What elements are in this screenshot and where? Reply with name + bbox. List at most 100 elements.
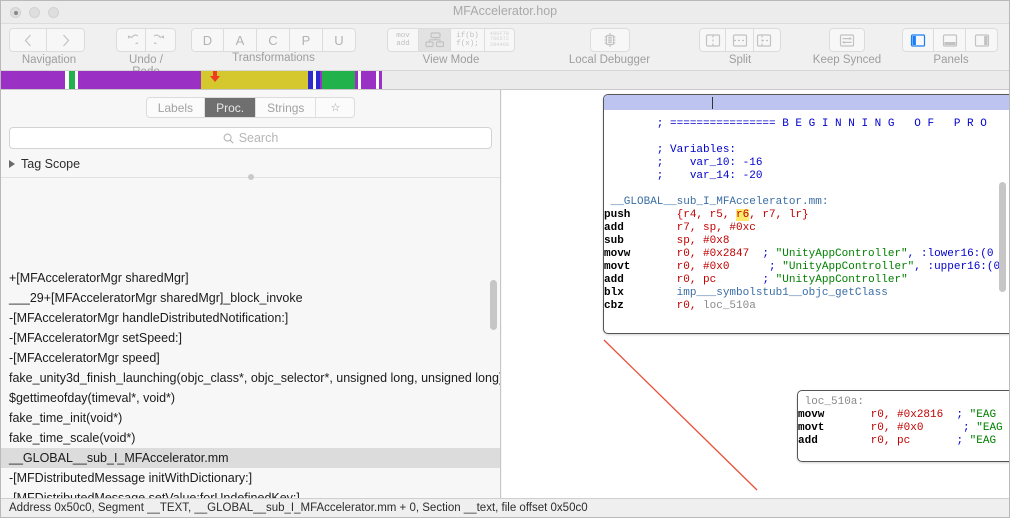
graph-canvas[interactable]: ; ================ B E G I N N I N G O F…: [502, 90, 1009, 517]
navigator-segment[interactable]: [382, 71, 1009, 89]
navigator-segment[interactable]: [313, 71, 316, 89]
code-token: loc_510a:: [798, 396, 865, 408]
procedure-row[interactable]: fake_time_init(void*): [1, 408, 500, 428]
graph-vertical-scrollbar-thumb[interactable]: [999, 182, 1006, 292]
code-line[interactable]: [604, 183, 1009, 196]
split-horizontal-button[interactable]: [726, 28, 754, 52]
procedure-row[interactable]: +[MFAcceleratorMgr sharedMgr]: [1, 268, 500, 288]
navigator-segment[interactable]: [308, 71, 313, 89]
code-line[interactable]: [604, 131, 1009, 144]
view-mode-assembly-button[interactable]: mov add: [387, 28, 419, 52]
code-line[interactable]: loc_510a:: [798, 396, 1009, 409]
address-navigator-strip[interactable]: [1, 71, 1009, 90]
nav-forward-button[interactable]: [47, 28, 85, 52]
code-line[interactable]: ; var_10: -16: [604, 157, 1009, 170]
entry-block[interactable]: ; ================ B E G I N N I N G O F…: [603, 94, 1009, 334]
procedure-row[interactable]: ___29+[MFAcceleratorMgr sharedMgr]_block…: [1, 288, 500, 308]
sidebar-divider-grip[interactable]: [247, 174, 254, 180]
sidebar-divider[interactable]: [1, 174, 500, 180]
code-token: ; var_10: -16: [604, 157, 763, 169]
code-token: , :upper16:(0: [914, 261, 1001, 273]
view-mode-hex-button[interactable]: 486F78 786572 284469: [485, 28, 515, 52]
view-mode-graph-button[interactable]: [419, 28, 451, 52]
sidebar-scrollbar[interactable]: [490, 280, 497, 517]
nav-back-button[interactable]: [9, 28, 47, 52]
navigator-segment[interactable]: [1, 71, 65, 89]
code-token: ;: [943, 409, 970, 421]
code-line[interactable]: add r0, pc ; "UnityAppController": [604, 274, 1009, 287]
navigator-segment[interactable]: [322, 71, 355, 89]
sidebar-tab-labels[interactable]: Labels: [147, 98, 204, 117]
disassembly-graph-view[interactable]: ; ================ B E G I N N I N G O F…: [502, 90, 1009, 517]
code-line[interactable]: blx imp___symbolstub1__objc_getClass: [604, 287, 1009, 300]
sidebar: Labels Proc. Strings ☆ Search Tag Scope …: [1, 90, 501, 517]
tag-scope-row[interactable]: Tag Scope: [9, 157, 500, 171]
sidebar-tab-strings[interactable]: Strings: [255, 98, 315, 117]
code-line[interactable]: movt r0, #0x0 ; "UnityAppController", :u…: [604, 261, 1009, 274]
navigator-segment[interactable]: [75, 71, 78, 89]
navigator-segment[interactable]: [78, 71, 201, 89]
transform-data-button[interactable]: D: [191, 28, 224, 52]
code-line[interactable]: add r0, pc ; "EAG: [798, 435, 1009, 448]
loc-510a-block[interactable]: loc_510a: movw r0, #0x2816 ; "EAG movt r0,…: [797, 390, 1009, 462]
navigator-segment[interactable]: [320, 71, 322, 89]
code-line[interactable]: ; ================ B E G I N N I N G O F…: [604, 118, 1009, 131]
navigator-segment[interactable]: [361, 71, 376, 89]
transform-undefine-button[interactable]: U: [323, 28, 356, 52]
split-three-button[interactable]: [753, 28, 781, 52]
code-line[interactable]: sub sp, #0x8: [604, 235, 1009, 248]
search-input[interactable]: Search: [9, 127, 492, 149]
code-line[interactable]: ; var_14: -20: [604, 170, 1009, 183]
sidebar-tab-favorites[interactable]: ☆: [315, 98, 354, 117]
keep-synced-button[interactable]: [829, 28, 865, 52]
block-code[interactable]: ; ================ B E G I N N I N G O F…: [604, 110, 1009, 313]
procedure-row-selected[interactable]: __GLOBAL__sub_I_MFAccelerator.mm: [1, 448, 500, 468]
procedure-row[interactable]: fake_time_scale(void*): [1, 428, 500, 448]
left-panel-button[interactable]: [902, 28, 934, 52]
toolbar-group-caption: Split: [728, 54, 752, 66]
hex-dump-icon: 486F78 786572 284469: [490, 31, 509, 49]
procedure-row[interactable]: -[MFAcceleratorMgr setSpeed:]: [1, 328, 500, 348]
undo-button[interactable]: [116, 28, 146, 52]
code-line[interactable]: movw r0, #0x2816 ; "EAG: [798, 409, 1009, 422]
procedure-list[interactable]: +[MFAcceleratorMgr sharedMgr] ___29+[MFAc…: [1, 268, 500, 517]
procedure-row[interactable]: -[MFAcceleratorMgr speed]: [1, 348, 500, 368]
code-line[interactable]: __GLOBAL__sub_I_MFAccelerator.mm:: [604, 196, 1009, 209]
code-line[interactable]: movt r0, #0x0 ; "EAG: [798, 422, 1009, 435]
transform-ascii-button[interactable]: A: [224, 28, 257, 52]
block-code[interactable]: loc_510a: movw r0, #0x2816 ; "EAG movt r0,…: [798, 391, 1009, 448]
toolbar-group-view-mode: mov add if(b) f(x); 486F78 786572 284469…: [387, 28, 515, 66]
code-line[interactable]: add r7, sp, #0xc: [604, 222, 1009, 235]
navigator-segment[interactable]: [379, 71, 382, 89]
local-debugger-button[interactable]: [589, 28, 630, 52]
navigator-segment[interactable]: [355, 71, 358, 89]
procedure-row[interactable]: -[MFAcceleratorMgr handleDistributedNoti…: [1, 308, 500, 328]
code-line[interactable]: movw r0, #0x2847 ; "UnityAppController",…: [604, 248, 1009, 261]
procedure-row[interactable]: $gettimeofday(timeval*, void*): [1, 388, 500, 408]
split-vertical-button[interactable]: [699, 28, 727, 52]
navigator-segment[interactable]: [316, 71, 320, 89]
bottom-panel-button[interactable]: [934, 28, 966, 52]
redo-button[interactable]: [146, 28, 176, 52]
code-line[interactable]: cbz r0, loc_510a: [604, 300, 1009, 313]
navigator-segment[interactable]: [358, 71, 361, 89]
sidebar-scrollbar-thumb[interactable]: [490, 280, 497, 330]
view-mode-pseudocode-button[interactable]: if(b) f(x);: [451, 28, 485, 52]
graph-vertical-scrollbar[interactable]: [999, 182, 1006, 292]
block-header[interactable]: [604, 95, 1009, 110]
navigator-segment[interactable]: [376, 71, 379, 89]
procedure-row[interactable]: fake_unity3d_finish_launching(objc_class…: [1, 368, 500, 388]
navigator-segment[interactable]: [65, 71, 69, 89]
transform-code-button[interactable]: C: [257, 28, 290, 52]
code-token: "EAG: [969, 409, 997, 421]
navigator-segment[interactable]: [69, 71, 75, 89]
code-line[interactable]: push {r4, r5, r6, r7, lr}: [604, 209, 1009, 222]
right-panel-button[interactable]: [966, 28, 998, 52]
transform-procedure-button[interactable]: P: [290, 28, 323, 52]
procedure-row[interactable]: -[MFDistributedMessage initWithDictionar…: [1, 468, 500, 488]
code-line[interactable]: ; Variables:: [604, 144, 1009, 157]
sidebar-tab-proc[interactable]: Proc.: [204, 98, 256, 117]
disclosure-triangle-icon[interactable]: [9, 160, 15, 168]
code-token: add: [604, 274, 624, 286]
code-token: ;: [923, 422, 977, 434]
